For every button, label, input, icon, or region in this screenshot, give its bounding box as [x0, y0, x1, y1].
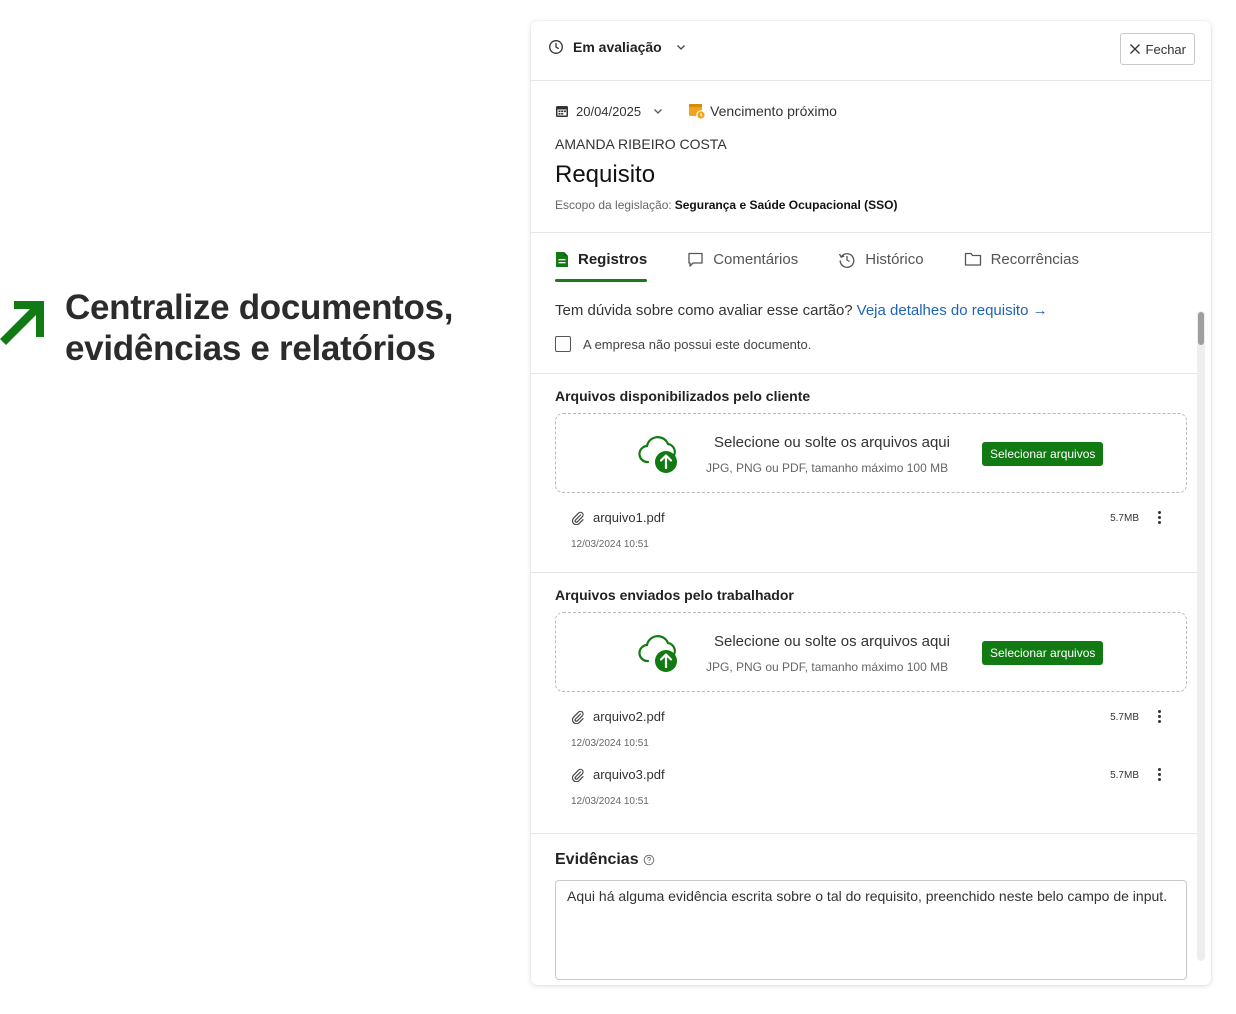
- file-name-row: arquivo2.pdf: [571, 709, 665, 724]
- comment-icon: [688, 252, 703, 267]
- tab-label: Comentários: [713, 251, 799, 268]
- tab-label: Recorrências: [990, 251, 1079, 268]
- clock-icon: [549, 40, 563, 54]
- date-dropdown[interactable]: 20/04/2025: [555, 104, 664, 119]
- status-dropdown[interactable]: Em avaliação: [548, 39, 687, 55]
- scope-value: Segurança e Saúde Ocupacional (SSO): [674, 198, 898, 212]
- tab-recorrencias[interactable]: Recorrências: [964, 248, 1079, 282]
- divider: [531, 572, 1197, 573]
- hero-line-2: evidências e relatórios: [65, 329, 436, 368]
- meta-row: 20/04/2025 Vencimento próximo: [555, 102, 837, 120]
- tab-registros[interactable]: Registros: [555, 248, 648, 282]
- requirement-panel: Em avaliação Fechar 20/04/2025 Venciment…: [531, 21, 1211, 985]
- file-item[interactable]: arquivo1.pdf 12/03/2024 10:51 5.7MB: [571, 510, 1167, 556]
- close-label: Fechar: [1145, 41, 1186, 57]
- help-circle-icon[interactable]: [643, 854, 655, 866]
- more-options-icon[interactable]: [1151, 765, 1167, 783]
- select-files-button[interactable]: Selecionar arquivos: [982, 442, 1104, 466]
- select-files-button[interactable]: Selecionar arquivos: [982, 641, 1104, 665]
- close-icon: [1129, 44, 1140, 54]
- file-date: 12/03/2024 10:51: [571, 738, 649, 749]
- file-item[interactable]: arquivo3.pdf 12/03/2024 10:51 5.7MB: [571, 767, 1167, 813]
- worker-dropzone[interactable]: Selecione ou solte os arquivos aqui JPG,…: [555, 612, 1187, 692]
- file-date: 12/03/2024 10:51: [571, 796, 649, 807]
- help-question: Tem dúvida sobre como avaliar esse cartã…: [555, 302, 853, 319]
- folder-icon: [964, 252, 981, 266]
- scrollbar-track[interactable]: [1197, 311, 1205, 961]
- panel-topbar: Em avaliação Fechar: [531, 21, 1211, 81]
- due-label: Vencimento próximo: [710, 103, 837, 119]
- client-files-title: Arquivos disponibilizados pelo cliente: [555, 388, 811, 404]
- help-text: Tem dúvida sobre como avaliar esse cartã…: [555, 302, 1048, 319]
- more-options-icon[interactable]: [1151, 508, 1167, 526]
- requirement-details-link[interactable]: Veja detalhes do requisito →: [857, 302, 1048, 319]
- cloud-upload-icon: [638, 635, 677, 672]
- calendar-icon: [556, 106, 568, 117]
- dropzone-text: Selecione ou solte os arquivos aqui: [714, 633, 950, 650]
- file-name: arquivo3.pdf: [593, 767, 665, 782]
- file-size: 5.7MB: [1110, 712, 1139, 723]
- document-icon: [556, 252, 568, 267]
- legislation-scope: Escopo da legislação: Segurança e Saúde O…: [555, 198, 897, 212]
- file-name: arquivo2.pdf: [593, 709, 665, 724]
- file-name-row: arquivo1.pdf: [571, 510, 665, 525]
- no-document-option: A empresa não possui este documento.: [555, 336, 811, 352]
- paperclip-icon: [571, 511, 584, 525]
- status-label: Em avaliação: [573, 39, 662, 55]
- file-date: 12/03/2024 10:51: [571, 539, 649, 550]
- file-size: 5.7MB: [1110, 513, 1139, 524]
- no-document-label: A empresa não possui este documento.: [583, 336, 812, 352]
- divider: [531, 833, 1197, 834]
- paperclip-icon: [571, 768, 584, 782]
- hero-line-1: Centralize documentos,: [65, 288, 454, 327]
- date-value: 20/04/2025: [576, 103, 642, 119]
- file-size: 5.7MB: [1110, 770, 1139, 781]
- tab-historico[interactable]: Histórico: [838, 248, 924, 282]
- evidence-textarea[interactable]: Aqui há alguma evidência escrita sobre o…: [555, 880, 1187, 980]
- scrollbar-thumb[interactable]: [1198, 312, 1204, 345]
- dropzone-text: Selecione ou solte os arquivos aqui: [714, 434, 950, 451]
- cloud-upload-icon: [638, 436, 677, 473]
- person-name: AMANDA RIBEIRO COSTA: [555, 136, 727, 152]
- page-title: Requisito: [555, 161, 656, 188]
- scope-label: Escopo da legislação:: [555, 198, 672, 212]
- tab-label: Histórico: [865, 251, 924, 268]
- tab-label: Registros: [578, 251, 648, 268]
- more-options-icon[interactable]: [1151, 707, 1167, 725]
- dropzone-hint: JPG, PNG ou PDF, tamanho máximo 100 MB: [706, 461, 949, 475]
- file-name: arquivo1.pdf: [593, 510, 665, 525]
- due-soon-badge: Vencimento próximo: [688, 102, 837, 120]
- evidence-heading: Evidências: [555, 851, 655, 869]
- no-document-checkbox[interactable]: [555, 336, 571, 352]
- panel-header: 20/04/2025 Vencimento próximo AMANDA RIB…: [531, 81, 1211, 233]
- dropzone-hint: JPG, PNG ou PDF, tamanho máximo 100 MB: [706, 660, 949, 674]
- tab-bar: Registros Comentários Histórico Recorrên…: [555, 248, 1119, 282]
- paperclip-icon: [571, 710, 584, 724]
- hero-headline: Centralize documentos, evidências e rela…: [65, 287, 454, 369]
- worker-files-title: Arquivos enviados pelo trabalhador: [555, 587, 794, 603]
- calendar-warning-icon: [689, 104, 706, 120]
- file-item[interactable]: arquivo2.pdf 12/03/2024 10:51 5.7MB: [571, 709, 1167, 755]
- history-icon: [839, 253, 855, 268]
- divider: [531, 373, 1197, 374]
- chevron-down-icon: [676, 45, 685, 50]
- hero: Centralize documentos, evidências e rela…: [0, 287, 454, 369]
- tab-comentarios[interactable]: Comentários: [687, 248, 798, 282]
- client-dropzone[interactable]: Selecione ou solte os arquivos aqui JPG,…: [555, 413, 1187, 493]
- chevron-down-icon: [654, 109, 663, 114]
- close-button[interactable]: Fechar: [1119, 33, 1195, 65]
- arrow-logo-icon: [0, 301, 44, 345]
- file-name-row: arquivo3.pdf: [571, 767, 665, 782]
- evidence-title: Evidências: [555, 851, 639, 868]
